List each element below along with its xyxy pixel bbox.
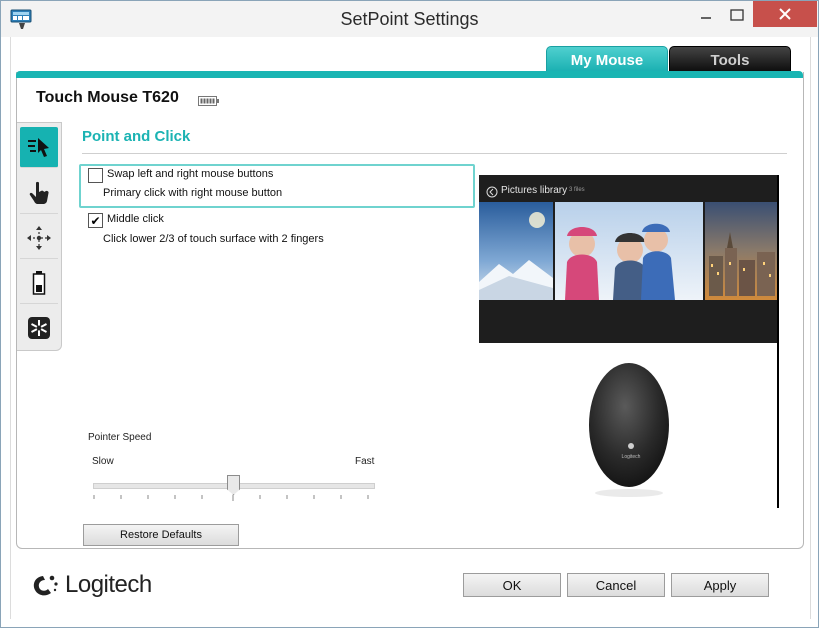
side-tab-settings[interactable] <box>20 308 58 348</box>
section-divider <box>82 153 787 154</box>
device-name: Touch Mouse T620 <box>36 89 179 106</box>
middle-click-description: Click lower 2/3 of touch surface with 2 … <box>103 233 324 245</box>
maximize-button[interactable] <box>717 1 757 29</box>
gesture-preview: Pictures library 3 files Logitech <box>479 175 779 508</box>
mouse-brand-mark: Logitech <box>622 454 641 460</box>
section-title: Point and Click <box>82 128 191 145</box>
tab-my-mouse[interactable]: My Mouse <box>546 46 668 74</box>
restore-defaults-button[interactable]: Restore Defaults <box>83 524 239 546</box>
touch-mouse-image: Logitech <box>589 363 669 497</box>
speed-slow-label: Slow <box>92 456 114 467</box>
back-arrow-icon <box>486 186 498 198</box>
apply-button[interactable]: Apply <box>671 573 769 597</box>
pictures-library-subtitle: 3 files <box>569 187 585 193</box>
logitech-logo: Logitech <box>29 570 152 600</box>
side-tab-strip <box>17 122 62 351</box>
swap-buttons-checkbox[interactable] <box>88 168 103 183</box>
cancel-button[interactable]: Cancel <box>567 573 665 597</box>
swap-buttons-label[interactable]: Swap left and right mouse buttons <box>107 168 273 180</box>
tab-tools[interactable]: Tools <box>669 46 791 74</box>
title-bar[interactable]: SetPoint Settings <box>1 1 818 37</box>
preview-screen: Pictures library 3 files <box>479 175 777 343</box>
pictures-library-title: Pictures library <box>501 185 568 196</box>
close-icon <box>779 8 791 20</box>
battery-level-icon <box>198 93 220 111</box>
side-tab-gestures[interactable] <box>20 173 58 214</box>
logitech-g-icon <box>33 575 58 596</box>
middle-click-checkbox[interactable]: ✔ <box>88 213 103 228</box>
scroll-move-icon <box>27 226 51 250</box>
point-and-click-icon <box>28 138 49 157</box>
photo-thumbnails <box>479 202 777 300</box>
side-tab-scroll[interactable] <box>20 218 58 259</box>
side-tab-point-and-click[interactable] <box>20 127 58 168</box>
middle-click-label[interactable]: Middle click <box>107 213 164 225</box>
gesture-hand-icon <box>29 181 49 204</box>
speed-fast-label: Fast <box>355 456 375 467</box>
side-tab-battery[interactable] <box>20 263 58 304</box>
battery-icon <box>32 271 46 295</box>
close-button[interactable] <box>753 1 817 27</box>
logitech-wordmark: Logitech <box>65 571 152 598</box>
pointer-speed-label: Pointer Speed <box>88 432 152 443</box>
ok-button[interactable]: OK <box>463 573 561 597</box>
swap-buttons-description: Primary click with right mouse button <box>103 187 283 199</box>
settings-star-icon <box>28 317 50 339</box>
checkmark-icon: ✔ <box>90 213 101 228</box>
tab-accent-bar <box>16 71 803 78</box>
slider-ticks <box>93 495 369 501</box>
